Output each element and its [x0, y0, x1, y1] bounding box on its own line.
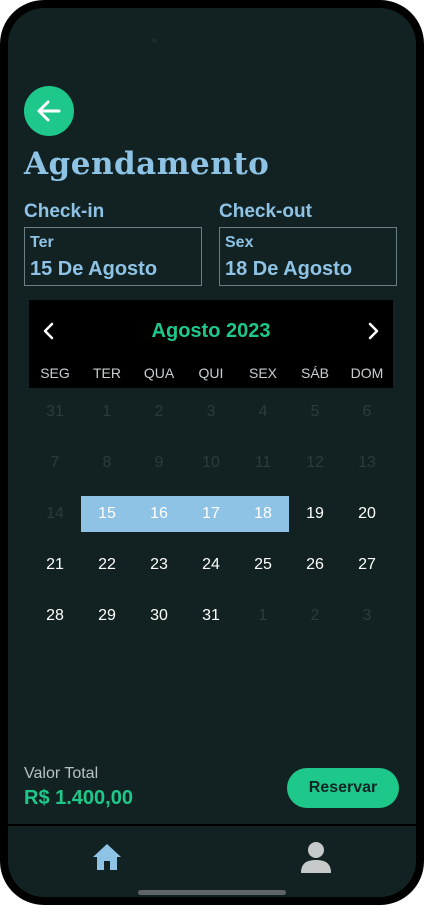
- calendar-day-in-range[interactable]: 16: [133, 496, 185, 532]
- calendar-day-outside: 31: [46, 403, 64, 420]
- calendar-day[interactable]: 23: [133, 547, 185, 583]
- user-icon: [301, 842, 331, 873]
- calendar-day-outside: 3: [362, 607, 372, 624]
- tab-profile[interactable]: [300, 840, 332, 874]
- weekday-label: TER: [93, 365, 121, 381]
- calendar-day-disabled: 4: [258, 403, 268, 420]
- calendar-day-disabled: 11: [254, 454, 272, 471]
- calendar-day[interactable]: 28: [29, 598, 81, 634]
- calendar-day-disabled: 8: [102, 454, 112, 471]
- next-month-button[interactable]: [361, 318, 385, 344]
- calendar-day-disabled: 1: [102, 403, 112, 420]
- calendar-day-disabled: 2: [154, 403, 164, 420]
- chevron-right-icon: [368, 322, 379, 340]
- tab-home[interactable]: [91, 841, 123, 873]
- calendar-month-label: Agosto 2023: [151, 320, 271, 342]
- calendar-day-outside: 1: [258, 607, 268, 624]
- weekday-label: SÁB: [300, 365, 329, 381]
- calendar-day-disabled: 5: [310, 403, 320, 420]
- calendar-day[interactable]: 22: [81, 547, 133, 583]
- calendar-day[interactable]: 29: [81, 598, 133, 634]
- app-screen: Agendamento Check-in Check-out Ter 15 De…: [8, 8, 416, 897]
- calendar-day-disabled: 10: [202, 454, 220, 471]
- checkin-date: 15 De Agosto: [30, 258, 158, 280]
- calendar-day-selected-start[interactable]: 15: [81, 496, 133, 532]
- weekday-label: DOM: [350, 365, 384, 381]
- calendar-day[interactable]: 31: [185, 598, 237, 634]
- weekday-label: SEG: [40, 365, 70, 381]
- total-value: R$ 1.400,00: [24, 787, 133, 809]
- calendar-header: Agosto 2023 SEG TER QUA QUI SEX SÁB DOM: [29, 300, 393, 388]
- calendar-day[interactable]: 27: [341, 547, 393, 583]
- checkout-field[interactable]: Sex 18 De Agosto: [219, 227, 397, 286]
- page-title: Agendamento: [24, 146, 270, 182]
- weekday-label: SEX: [248, 365, 277, 381]
- calendar-day-selected-end[interactable]: 18: [237, 496, 289, 532]
- weekday-label: QUI: [198, 365, 224, 381]
- arrow-left-icon: [37, 100, 61, 122]
- home-icon: [93, 844, 121, 870]
- calendar-day-outside: 2: [310, 607, 320, 624]
- device-frame: Agendamento Check-in Check-out Ter 15 De…: [0, 0, 424, 905]
- calendar-day[interactable]: 21: [29, 547, 81, 583]
- calendar-day-in-range[interactable]: 17: [185, 496, 237, 532]
- calendar-day-disabled: 9: [154, 454, 164, 471]
- checkout-date: 18 De Agosto: [225, 258, 353, 280]
- calendar-day-disabled: 13: [358, 454, 376, 471]
- weekday-label: QUA: [143, 365, 175, 381]
- tab-bar-divider: [8, 824, 416, 826]
- calendar-day-disabled: 7: [50, 454, 60, 471]
- back-button[interactable]: [24, 86, 74, 136]
- calendar-day[interactable]: 19: [289, 496, 341, 532]
- checkin-weekday: Ter: [30, 234, 54, 251]
- checkin-field[interactable]: Ter 15 De Agosto: [24, 227, 202, 286]
- checkin-label: Check-in: [24, 201, 105, 222]
- calendar-day[interactable]: 25: [237, 547, 289, 583]
- total-label: Valor Total: [24, 765, 99, 782]
- calendar-day-disabled: 6: [362, 403, 372, 420]
- calendar-day[interactable]: 26: [289, 547, 341, 583]
- reserve-button[interactable]: Reservar: [287, 768, 399, 808]
- calendar-day-disabled: 3: [206, 403, 216, 420]
- home-indicator: [138, 890, 286, 895]
- checkout-label: Check-out: [219, 201, 312, 222]
- calendar-day[interactable]: 24: [185, 547, 237, 583]
- checkout-weekday: Sex: [225, 234, 254, 251]
- calendar-day-disabled: 12: [306, 454, 324, 471]
- calendar-day-disabled: 14: [46, 505, 64, 522]
- camera-dot: [152, 38, 157, 43]
- calendar-day[interactable]: 30: [133, 598, 185, 634]
- calendar-day[interactable]: 20: [341, 496, 393, 532]
